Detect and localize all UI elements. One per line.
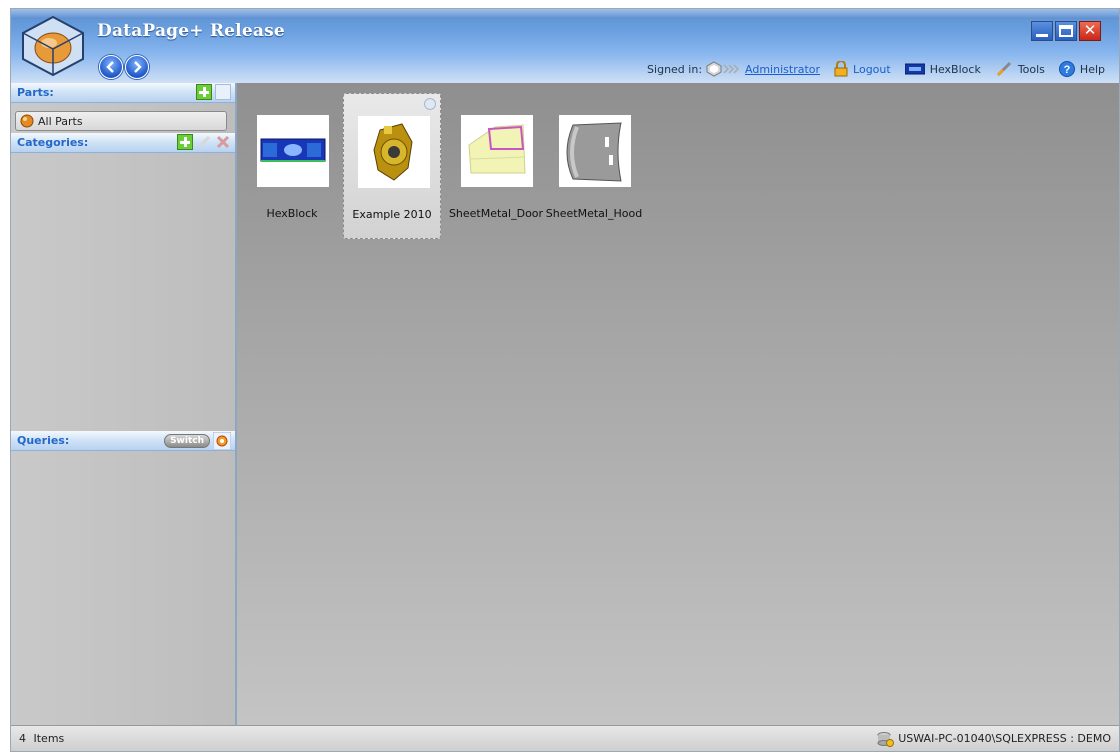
user-hex-icon: [706, 61, 740, 77]
parts-extra-button[interactable]: [215, 84, 231, 100]
help-icon: ?: [1058, 61, 1075, 77]
close-icon: ✕: [1083, 21, 1097, 39]
item-count-label: Items: [33, 732, 65, 745]
all-parts-label: All Parts: [38, 114, 83, 128]
help-menu[interactable]: ? Help: [1058, 61, 1105, 77]
hexblock-db-icon: [904, 63, 925, 75]
forward-button[interactable]: [125, 55, 149, 79]
tools-icon: [996, 61, 1011, 77]
categories-panel-header: Categories:: [11, 133, 235, 153]
part-name: Example 2010: [352, 208, 432, 221]
parts-header-label: Parts:: [17, 86, 54, 99]
all-parts-icon: [20, 114, 34, 128]
status-bar: 4 Items USWAI-PC-01040\SQLEXPRESS : DEMO: [11, 725, 1119, 751]
hexblock-thumbnail: [257, 115, 329, 187]
add-category-button[interactable]: [177, 134, 193, 150]
connection-string: USWAI-PC-01040\SQLEXPRESS : DEMO: [898, 732, 1111, 745]
item-count: 4 Items: [19, 732, 64, 745]
pin-icon[interactable]: [424, 98, 436, 110]
close-button[interactable]: ✕: [1079, 21, 1101, 41]
delete-x-icon: [216, 135, 230, 149]
part-tile-selected[interactable]: Example 2010: [343, 93, 441, 239]
tools-label: Tools: [1017, 62, 1045, 76]
maximize-button[interactable]: [1055, 21, 1077, 41]
database-name: HexBlock: [929, 62, 981, 76]
pencil-icon: [197, 135, 211, 149]
example-part-thumbnail: [358, 116, 430, 188]
queries-header-label: Queries:: [17, 434, 70, 447]
queries-panel-header: Queries: Switch: [11, 431, 235, 451]
back-button[interactable]: [99, 55, 123, 79]
hood-thumbnail: [559, 115, 631, 187]
app-title: DataPage+ Release: [97, 21, 285, 41]
database-connection-icon: [877, 731, 895, 747]
logout-link[interactable]: Logout: [853, 63, 891, 76]
query-settings-icon[interactable]: [213, 432, 231, 450]
part-name: SheetMetal_Hood: [545, 207, 643, 220]
administrator-link[interactable]: Administrator: [745, 63, 820, 76]
parts-panel-header: Parts:: [11, 83, 235, 103]
logout-link-group[interactable]: Logout: [834, 61, 891, 77]
add-part-button[interactable]: [196, 84, 212, 100]
lock-icon: [834, 61, 848, 77]
part-tile[interactable]: SheetMetal_Door: [447, 93, 545, 239]
title-bar: DataPage+ Release ✕ Signed in: Administr…: [11, 9, 1119, 83]
connection-info: USWAI-PC-01040\SQLEXPRESS : DEMO: [876, 731, 1111, 747]
arrow-left-icon: [106, 61, 114, 73]
arrow-right-icon: [134, 61, 142, 73]
app-window: DataPage+ Release ✕ Signed in: Administr…: [10, 8, 1120, 752]
part-tile[interactable]: SheetMetal_Hood: [545, 93, 643, 239]
part-name: HexBlock: [266, 207, 318, 220]
parts-gallery: HexBlock Example 2010 SheetMetal_Door Sh…: [237, 83, 1119, 725]
switch-button[interactable]: Switch: [164, 434, 210, 448]
svg-text:?: ?: [1064, 64, 1071, 76]
part-name: SheetMetal_Door: [448, 207, 544, 220]
minimize-button[interactable]: [1031, 21, 1053, 41]
tools-menu[interactable]: Tools: [995, 60, 1045, 78]
delete-category-button[interactable]: [215, 134, 231, 150]
signed-in-label: Signed in:: [647, 62, 703, 76]
app-logo-icon: [22, 15, 84, 77]
part-tile[interactable]: HexBlock: [243, 93, 341, 239]
all-parts-item[interactable]: All Parts: [15, 111, 227, 131]
categories-header-label: Categories:: [17, 136, 89, 149]
database-selector[interactable]: HexBlock: [904, 62, 981, 76]
help-label: Help: [1079, 62, 1105, 76]
door-thumbnail: [461, 115, 533, 187]
edit-category-button[interactable]: [196, 134, 212, 150]
item-count-number: 4: [19, 732, 26, 745]
title-bar-shine: [11, 9, 1119, 19]
sidebar: Parts: All Parts Categories: Queries: Sw…: [11, 83, 237, 725]
user-bar: Signed in: Administrator Logout HexBlock…: [647, 60, 1119, 78]
